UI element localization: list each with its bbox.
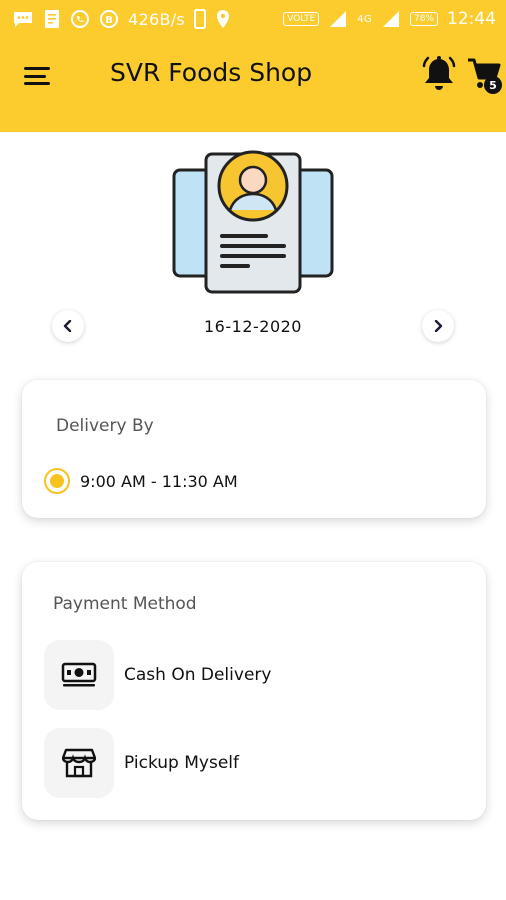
- next-date-button[interactable]: [422, 310, 454, 342]
- location-icon: [215, 9, 231, 29]
- payment-option-label: Cash On Delivery: [124, 665, 272, 685]
- note-icon: [43, 9, 61, 29]
- app-title: SVR Foods Shop: [110, 58, 313, 87]
- message-icon: [12, 10, 34, 28]
- menu-icon[interactable]: [24, 64, 56, 88]
- whatsapp-icon: [70, 9, 90, 29]
- signal-icon-2: [381, 10, 401, 28]
- volte-badge: VOLTE: [283, 12, 320, 26]
- battery-indicator: 78%: [409, 12, 438, 26]
- cash-icon: [44, 640, 114, 710]
- status-bar-right: VOLTE 4G 78% 12:44: [283, 9, 496, 29]
- phone-icon: [194, 9, 207, 29]
- app-bar: SVR Foods Shop 5: [0, 38, 506, 132]
- profile-card-illustration: [170, 148, 336, 298]
- notification-bell-icon[interactable]: [420, 54, 458, 94]
- payment-option-label: Pickup Myself: [124, 753, 239, 773]
- delivery-slot-label: 9:00 AM - 11:30 AM: [80, 471, 238, 491]
- payment-option-cash[interactable]: Cash On Delivery: [44, 640, 271, 710]
- clock: 12:44: [447, 9, 496, 29]
- payment-card: Payment Method Cash On Delivery Pickup M…: [22, 562, 486, 820]
- cart-count-badge: 5: [484, 76, 502, 94]
- delivery-title: Delivery By: [56, 416, 154, 436]
- payment-title: Payment Method: [53, 594, 197, 614]
- b-app-icon: B: [99, 9, 119, 29]
- cart-button[interactable]: 5: [466, 54, 502, 94]
- radio-selected[interactable]: [44, 468, 70, 494]
- network-type: 4G: [357, 13, 372, 25]
- payment-option-pickup[interactable]: Pickup Myself: [44, 728, 239, 798]
- delivery-slot-option[interactable]: 9:00 AM - 11:30 AM: [44, 468, 238, 494]
- status-bar: B 426B/s VOLTE 4G 78% 12:44: [0, 0, 506, 38]
- delivery-card: Delivery By 9:00 AM - 11:30 AM: [22, 380, 486, 518]
- signal-icon: [328, 10, 348, 28]
- chevron-right-icon: [434, 320, 443, 332]
- store-icon: [44, 728, 114, 798]
- status-bar-left: B 426B/s: [12, 9, 231, 29]
- svg-text:B: B: [105, 15, 113, 26]
- net-speed: 426B/s: [128, 9, 186, 29]
